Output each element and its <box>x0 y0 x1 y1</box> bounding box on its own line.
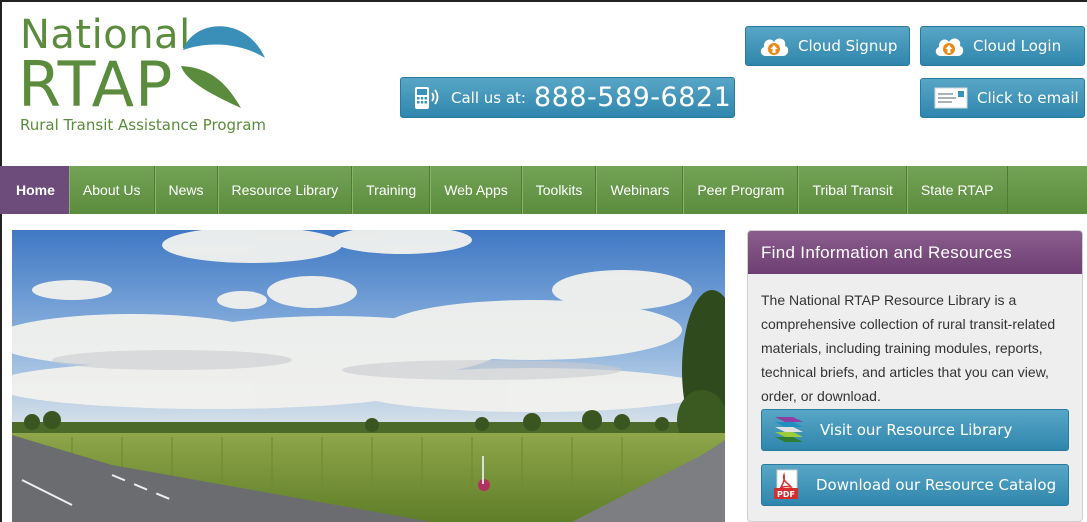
nav-item-state-rtap[interactable]: State RTAP <box>906 166 1008 214</box>
nav-item-peer-program[interactable]: Peer Program <box>683 166 799 214</box>
nav-item-news[interactable]: News <box>154 166 218 214</box>
nav-item-home[interactable]: Home <box>0 166 69 214</box>
cloud-signup-label: Cloud Signup <box>798 37 898 55</box>
cloud-login-label: Cloud Login <box>973 37 1062 55</box>
call-label: Call us at: <box>451 88 526 107</box>
nav-item-label: Tribal Transit <box>812 182 893 198</box>
cloud-upload-icon <box>760 38 789 56</box>
email-button[interactable]: Click to email <box>920 78 1085 118</box>
logo-leaf-icon <box>181 26 265 108</box>
phone-icon <box>415 86 439 109</box>
resources-panel: Find Information and Resources The Natio… <box>747 230 1083 522</box>
logo-tagline: Rural Transit Assistance Program <box>20 116 266 134</box>
nav-item-label: Home <box>16 182 55 198</box>
download-catalog-button[interactable]: PDF Download our Resource Catalog <box>761 464 1069 506</box>
nav-item-label: Training <box>366 182 417 198</box>
nav-item-label: News <box>168 182 204 198</box>
visit-resource-library-button[interactable]: Visit our Resource Library <box>761 409 1069 451</box>
panel-description: The National RTAP Resource Library is a … <box>761 292 1056 404</box>
books-icon <box>775 417 803 442</box>
call-us-button[interactable]: Call us at: 888-589-6821 <box>400 77 735 118</box>
nav-item-label: Peer Program <box>697 182 785 198</box>
nav-item-label: Toolkits <box>535 182 583 198</box>
panel-title: Find Information and Resources <box>748 231 1082 274</box>
nav-item-label: Webinars <box>610 182 670 198</box>
nav-item-label: State RTAP <box>920 182 994 198</box>
nav-item-label: Resource Library <box>231 182 339 198</box>
landscape-illustration <box>12 230 725 522</box>
nav-item-label: Web Apps <box>444 182 508 198</box>
nav-item-toolkits[interactable]: Toolkits <box>521 166 597 214</box>
svg-text:PDF: PDF <box>777 490 795 499</box>
main-nav: Home About Us News Resource Library Trai… <box>0 166 1087 214</box>
nav-item-tribal-transit[interactable]: Tribal Transit <box>798 166 907 214</box>
nav-item-resource-library[interactable]: Resource Library <box>217 166 353 214</box>
nav-item-label: About Us <box>82 182 141 198</box>
cloud-login-button[interactable]: Cloud Login <box>920 26 1085 66</box>
nav-item-webinars[interactable]: Webinars <box>596 166 684 214</box>
cloud-upload-icon <box>935 38 964 56</box>
nav-item-training[interactable]: Training <box>352 166 431 214</box>
logo-rtap-text: RTAP <box>18 48 174 121</box>
nav-item-web-apps[interactable]: Web Apps <box>430 166 522 214</box>
hero-image <box>12 230 725 522</box>
phone-number: 888-589-6821 <box>534 82 732 113</box>
pdf-icon: PDF <box>774 469 798 499</box>
library-button-label: Visit our Resource Library <box>820 421 1013 439</box>
cloud-signup-button[interactable]: Cloud Signup <box>745 26 910 66</box>
catalog-button-label: Download our Resource Catalog <box>816 476 1057 494</box>
nav-item-about-us[interactable]: About Us <box>68 166 155 214</box>
site-logo[interactable]: National RTAP Rural Transit Assistance P… <box>18 10 280 140</box>
email-label: Click to email <box>977 89 1079 107</box>
email-icon <box>934 87 968 109</box>
